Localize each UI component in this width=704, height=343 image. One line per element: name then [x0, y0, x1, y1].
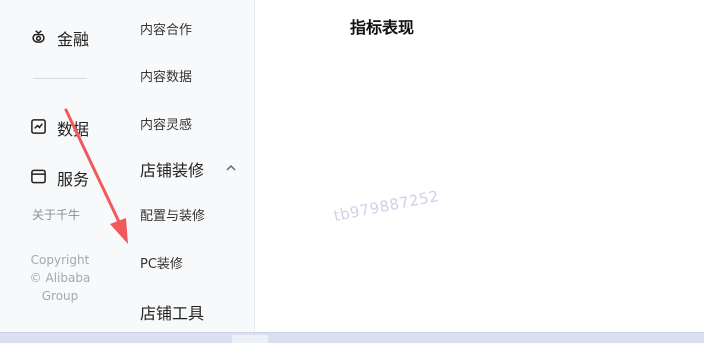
section-shop-tools[interactable]: 店铺工具 [140, 300, 204, 324]
bottom-tab[interactable] [232, 335, 268, 343]
sub-item-content-inspiration[interactable]: 内容灵感 [140, 114, 192, 133]
copyright-line: Copyright [30, 253, 90, 267]
rail-item-label: 数据 [57, 120, 90, 139]
copyright-line: © Alibaba [29, 271, 91, 285]
rail-divider [33, 78, 87, 79]
rail-item-label: 金融 [57, 30, 90, 49]
chart-icon [30, 118, 47, 139]
about-link[interactable]: 关于千牛 [32, 206, 80, 223]
section-shop-decoration[interactable]: 店铺装修 [140, 157, 204, 181]
rail-item-label: 服务 [57, 170, 90, 189]
chevron-up-icon[interactable] [224, 160, 238, 174]
rail-item-finance[interactable]: 金融 [30, 26, 89, 50]
rail-item-data[interactable]: 数据 [30, 116, 89, 140]
sub-item-pc-decoration[interactable]: PC装修 [140, 253, 183, 272]
sub-item-content-cooperation[interactable]: 内容合作 [140, 19, 192, 38]
page-title: 指标表现 [350, 18, 415, 37]
window-icon [30, 168, 47, 189]
sub-item-content-data[interactable]: 内容数据 [140, 66, 192, 85]
bottom-strip [0, 332, 704, 343]
money-bag-icon [30, 28, 47, 49]
copyright: Copyright © Alibaba Group [22, 251, 98, 305]
rail-item-service[interactable]: 服务 [30, 166, 89, 190]
copyright-line: Group [41, 289, 79, 303]
sub-item-config-decoration[interactable]: 配置与装修 [140, 205, 205, 224]
main-content [255, 0, 704, 333]
